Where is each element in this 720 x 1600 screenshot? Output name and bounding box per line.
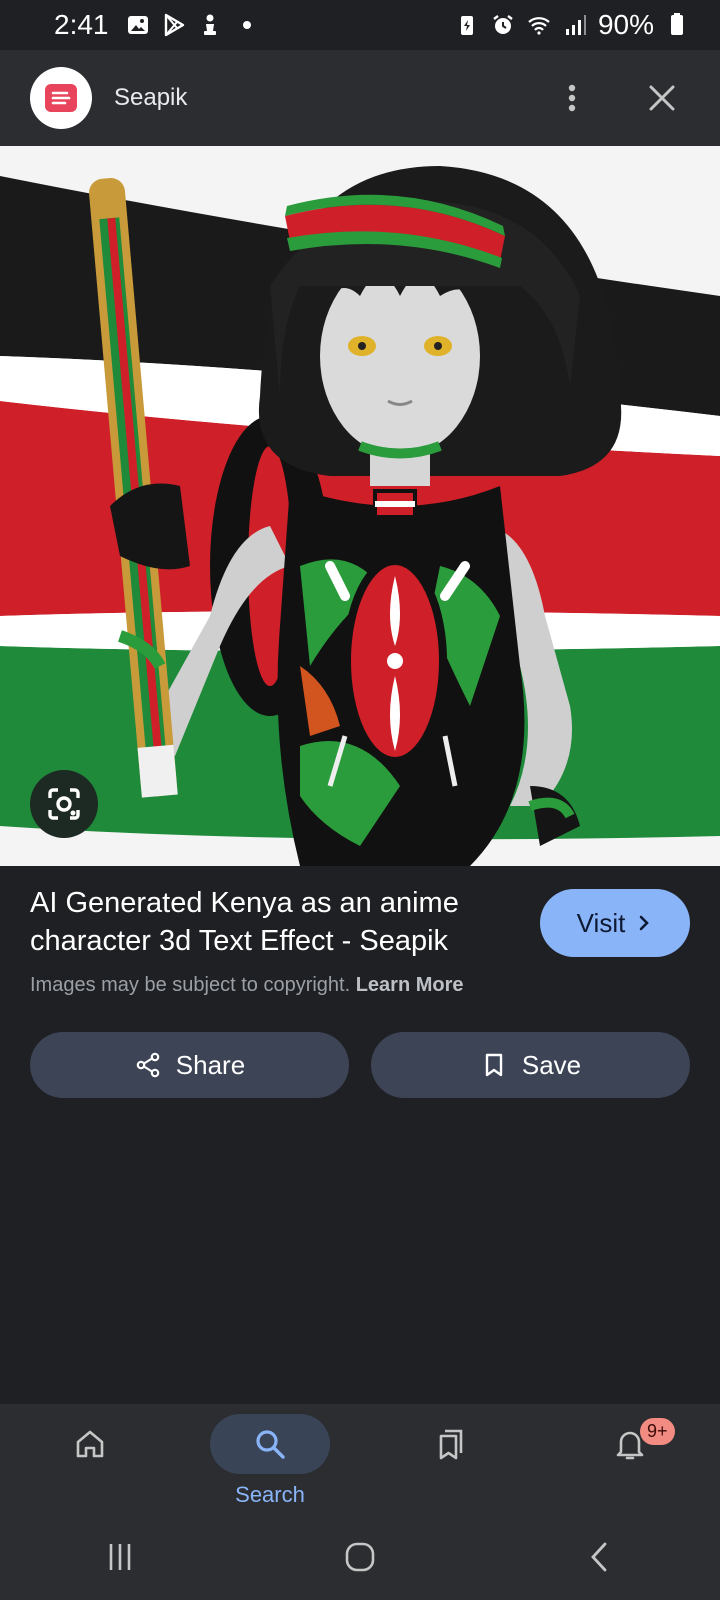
gallery-icon xyxy=(125,12,151,38)
alarm-icon xyxy=(490,12,516,38)
chevron-right-icon xyxy=(640,915,650,931)
home-icon xyxy=(76,1430,104,1458)
copyright-text: Images may be subject to copyright. xyxy=(30,974,351,996)
anime-character-image xyxy=(0,146,720,866)
wifi-icon xyxy=(526,12,552,38)
result-details: AI Generated Kenya as an anime character… xyxy=(30,884,690,997)
share-button[interactable]: Share xyxy=(30,1032,349,1098)
result-title[interactable]: AI Generated Kenya as an anime character… xyxy=(30,884,510,960)
visit-label: Visit xyxy=(576,907,626,938)
title-row: AI Generated Kenya as an anime character… xyxy=(30,884,690,960)
back-button[interactable] xyxy=(560,1527,640,1587)
status-left: 2:41 xyxy=(54,9,251,41)
viewer-header: Seapik xyxy=(0,50,720,146)
nav-collections[interactable] xyxy=(380,1414,520,1474)
save-button[interactable]: Save xyxy=(371,1032,690,1098)
more-options-button[interactable] xyxy=(544,70,600,126)
nav-home-pill xyxy=(30,1414,150,1474)
lens-search-icon xyxy=(48,788,80,820)
collections-icon xyxy=(439,1429,463,1460)
copyright-notice: Images may be subject to copyright. Lear… xyxy=(30,974,690,997)
status-bar: 2:41 90% xyxy=(0,0,720,50)
system-navigation xyxy=(0,1514,720,1600)
home-circle-icon xyxy=(345,1542,375,1572)
share-label: Share xyxy=(175,1049,246,1080)
home-button[interactable] xyxy=(320,1527,400,1587)
status-right: 90% xyxy=(454,9,690,41)
nav-collections-pill xyxy=(390,1414,510,1474)
site-name[interactable]: Seapik xyxy=(114,84,544,112)
site-logo[interactable] xyxy=(30,67,92,129)
seapik-logo-icon xyxy=(45,84,77,112)
signal-icon xyxy=(562,12,588,38)
bottom-navigation: Search 9+ xyxy=(0,1404,720,1514)
play-store-icon xyxy=(161,12,187,38)
more-vert-icon xyxy=(568,84,576,112)
nav-notifications[interactable]: 9+ xyxy=(560,1414,700,1474)
result-image[interactable] xyxy=(0,146,720,866)
learn-more-link[interactable]: Learn More xyxy=(356,974,464,996)
share-icon xyxy=(136,1052,160,1078)
nav-search-pill xyxy=(210,1414,330,1474)
save-label: Save xyxy=(521,1049,582,1080)
google-image-viewer: 2:41 90% Seapik AI Generated Kenya as an… xyxy=(0,0,720,1600)
status-time: 2:41 xyxy=(54,9,109,40)
back-icon xyxy=(591,1542,607,1572)
notification-badge: 9+ xyxy=(640,1418,675,1445)
nav-search-label: Search xyxy=(235,1482,305,1507)
close-icon xyxy=(649,85,675,111)
lens-search-button[interactable] xyxy=(30,770,98,838)
bookmark-icon xyxy=(485,1053,503,1077)
action-row: Share Save xyxy=(30,1032,690,1098)
recent-apps-icon xyxy=(109,1544,131,1570)
visit-button[interactable]: Visit xyxy=(540,889,690,957)
nav-home[interactable] xyxy=(20,1414,160,1474)
battery-saver-icon xyxy=(454,12,480,38)
battery-percentage: 90% xyxy=(597,9,654,40)
chess-icon xyxy=(197,12,223,38)
close-button[interactable] xyxy=(634,70,690,126)
search-icon xyxy=(256,1430,285,1459)
notification-dot xyxy=(242,21,251,29)
battery-icon xyxy=(664,12,690,38)
nav-search[interactable]: Search xyxy=(200,1414,340,1508)
recent-apps-button[interactable] xyxy=(80,1527,160,1587)
